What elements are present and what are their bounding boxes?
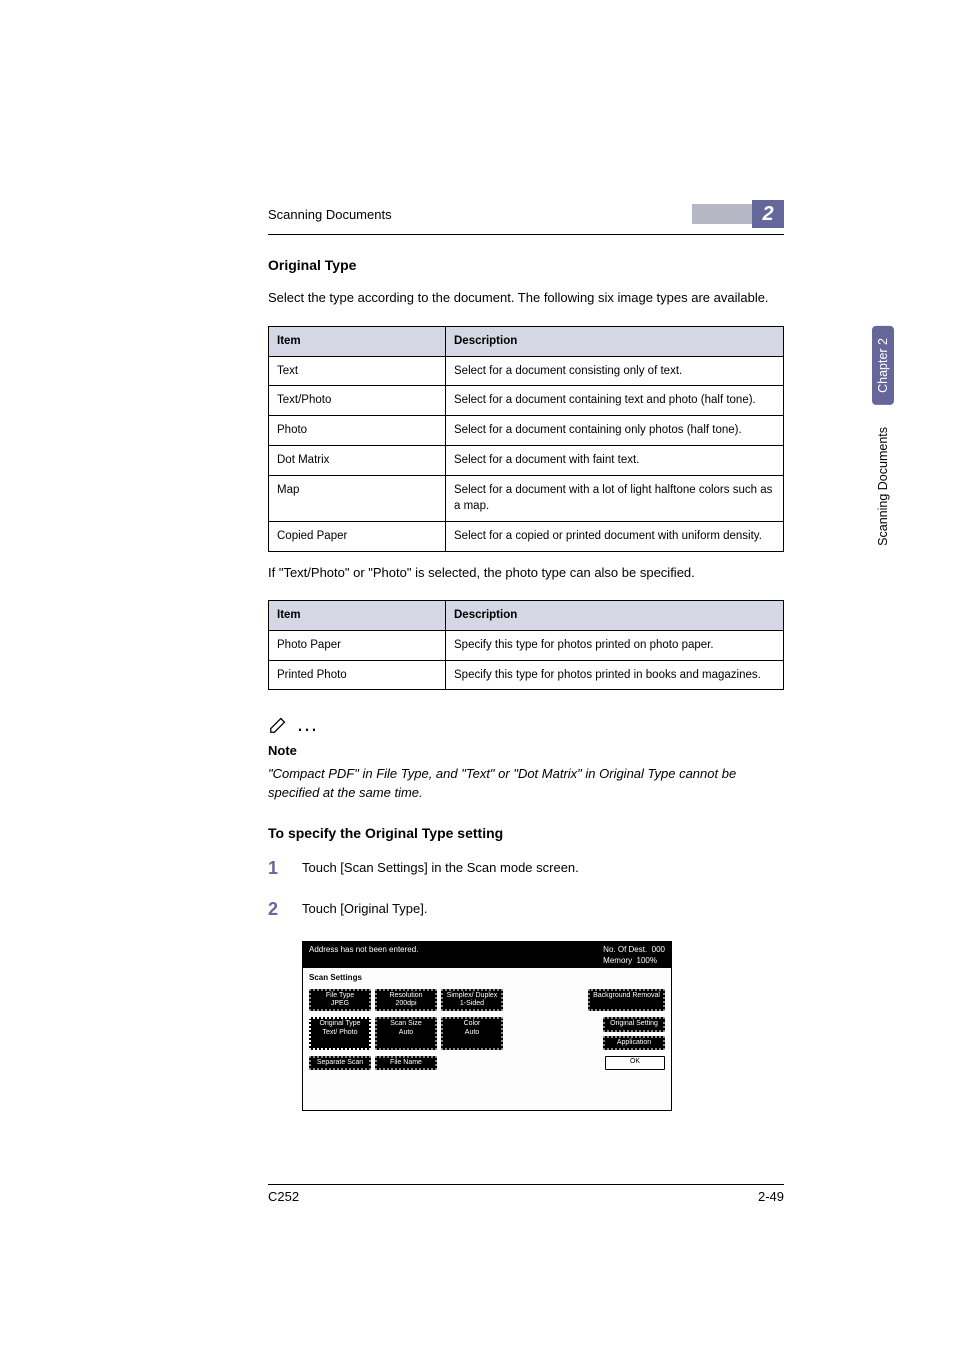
table1-desc: Select for a document containing text an… <box>446 386 784 416</box>
side-tab-section: Scanning Documents <box>872 415 894 558</box>
side-tab-chapter: Chapter 2 <box>872 326 894 405</box>
table1-desc: Select for a document with a lot of ligh… <box>446 475 784 521</box>
table1-desc: Select for a copied or printed document … <box>446 521 784 551</box>
pencil-icon <box>268 713 290 735</box>
table-row: TextSelect for a document consisting onl… <box>269 356 784 386</box>
table-row: Copied PaperSelect for a copied or print… <box>269 521 784 551</box>
sp-application: Application <box>603 1036 665 1050</box>
sp-simplex-duplex: Simplex/ Duplex1-Sided <box>441 989 503 1011</box>
header-rule <box>268 234 784 235</box>
sp-dest-value: 000 <box>652 945 665 954</box>
table1-desc: Select for a document containing only ph… <box>446 416 784 446</box>
side-tabs: Chapter 2 Scanning Documents <box>872 326 894 558</box>
note-dots: … <box>296 708 316 740</box>
sp-mem-value: 100% <box>637 956 657 965</box>
table1-item: Text <box>269 356 446 386</box>
sp-mem-label: Memory <box>603 956 632 965</box>
sp-top-right: No. Of Dest. 000 Memory 100% <box>603 944 665 966</box>
photo-type-table: Item Description Photo PaperSpecify this… <box>268 600 784 690</box>
table2-desc: Specify this type for photos printed in … <box>446 660 784 690</box>
sp-dest-label: No. Of Dest. <box>603 945 647 954</box>
panel-screenshot: Address has not been entered. No. Of Des… <box>302 941 672 1111</box>
note-text: "Compact PDF" in File Type, and "Text" o… <box>268 765 784 803</box>
original-type-table: Item Description TextSelect for a docume… <box>268 326 784 551</box>
step-number: 2 <box>268 900 302 918</box>
section-intro: Select the type according to the documen… <box>268 289 784 308</box>
chapter-badge: 2 <box>692 200 784 228</box>
table1-desc: Select for a document with faint text. <box>446 445 784 475</box>
table2-head-desc: Description <box>446 601 784 631</box>
between-tables-text: If "Text/Photo" or "Photo" is selected, … <box>268 564 784 583</box>
table-row: MapSelect for a document with a lot of l… <box>269 475 784 521</box>
table1-item: Dot Matrix <box>269 445 446 475</box>
sp-ok-button: OK <box>605 1056 665 1070</box>
sp-original-type: Original TypeText/ Photo <box>309 1017 371 1049</box>
table1-item: Copied Paper <box>269 521 446 551</box>
sp-background-removal: Background Removal <box>588 989 665 1011</box>
table1-item: Photo <box>269 416 446 446</box>
sp-title: Scan Settings <box>309 972 665 984</box>
list-item: 1Touch [Scan Settings] in the Scan mode … <box>268 859 784 878</box>
table-row: Printed PhotoSpecify this type for photo… <box>269 660 784 690</box>
sp-top-left: Address has not been entered. <box>309 944 418 966</box>
step-number: 1 <box>268 859 302 877</box>
step-text: Touch [Scan Settings] in the Scan mode s… <box>302 859 579 878</box>
sp-color: ColorAuto <box>441 1017 503 1049</box>
note-icon: … <box>268 708 316 740</box>
table-row: Dot MatrixSelect for a document with fai… <box>269 445 784 475</box>
table2-item: Photo Paper <box>269 631 446 661</box>
sp-resolution: Resolution200dpi <box>375 989 437 1011</box>
section-title: Original Type <box>268 255 784 275</box>
table2-desc: Specify this type for photos printed on … <box>446 631 784 661</box>
table1-head-item: Item <box>269 327 446 357</box>
badge-bar <box>692 204 752 224</box>
list-item: 2Touch [Original Type]. <box>268 900 784 919</box>
table2-head-item: Item <box>269 601 446 631</box>
chapter-number: 2 <box>752 200 784 228</box>
table-row: Text/PhotoSelect for a document containi… <box>269 386 784 416</box>
footer-left: C252 <box>268 1189 299 1204</box>
running-header-left: Scanning Documents <box>268 207 392 222</box>
table-row: Photo PaperSpecify this type for photos … <box>269 631 784 661</box>
note-label: Note <box>268 742 784 761</box>
page-footer: C252 2-49 <box>268 1184 784 1204</box>
sp-file-type: File TypeJPEG <box>309 989 371 1011</box>
table-row: PhotoSelect for a document containing on… <box>269 416 784 446</box>
step-text: Touch [Original Type]. <box>302 900 428 919</box>
procedure-steps: 1Touch [Scan Settings] in the Scan mode … <box>268 859 784 919</box>
table1-desc: Select for a document consisting only of… <box>446 356 784 386</box>
sp-original-setting: Original Setting <box>603 1017 665 1031</box>
procedure-heading: To specify the Original Type setting <box>268 823 784 843</box>
sp-scan-size: Scan SizeAuto <box>375 1017 437 1049</box>
note-block: … Note "Compact PDF" in File Type, and "… <box>268 708 784 802</box>
table1-head-desc: Description <box>446 327 784 357</box>
footer-right: 2-49 <box>758 1189 784 1204</box>
table1-item: Text/Photo <box>269 386 446 416</box>
sp-separate-scan: Separate Scan <box>309 1056 371 1070</box>
table1-item: Map <box>269 475 446 521</box>
table2-item: Printed Photo <box>269 660 446 690</box>
sp-file-name: File Name <box>375 1056 437 1070</box>
